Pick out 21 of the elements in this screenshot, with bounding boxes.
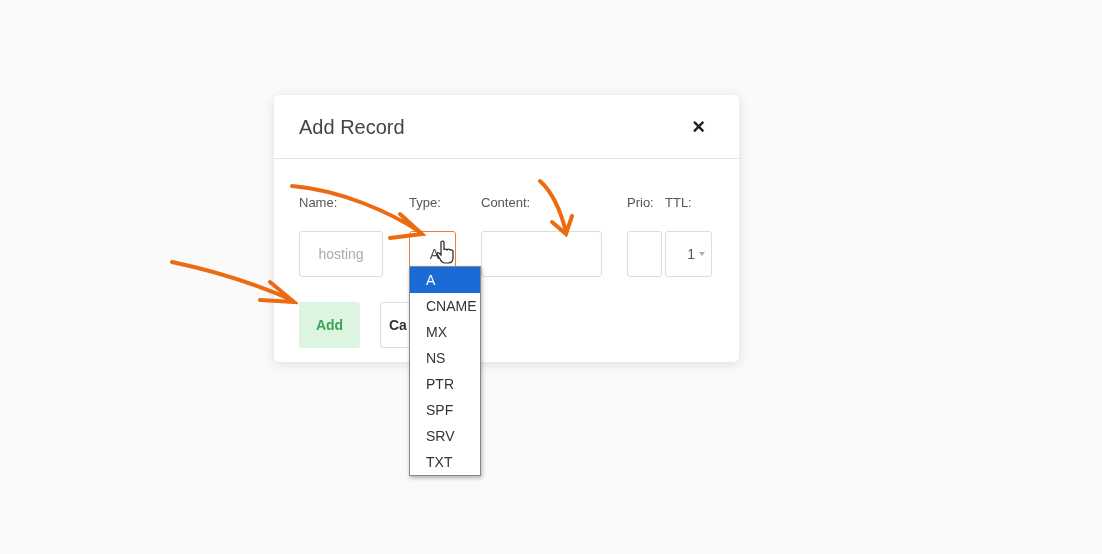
select-field[interactable]: 1 (665, 231, 712, 277)
caret-icon (699, 252, 705, 256)
dropdown-option[interactable]: SRV (410, 423, 480, 449)
dropdown-option[interactable]: SPF (410, 397, 480, 423)
field-label: Prio: (627, 194, 654, 212)
input-field[interactable] (481, 231, 602, 277)
annotation-arrow (536, 178, 576, 238)
close-button[interactable]: × (692, 115, 705, 138)
input-field[interactable] (627, 231, 662, 277)
field-label: Name: (299, 194, 338, 212)
dropdown-option[interactable]: PTR (410, 371, 480, 397)
dropdown-option[interactable]: A (410, 267, 480, 293)
input-field[interactable]: hosting (299, 231, 383, 277)
field-label: Type: (409, 194, 441, 212)
field-label: TTL: (665, 194, 692, 212)
dialog-title: Add Record (299, 114, 405, 140)
dropdown-option[interactable]: MX (410, 319, 480, 345)
dropdown-option[interactable]: CNAME (410, 293, 480, 319)
dropdown-option[interactable]: TXT (410, 449, 480, 475)
dropdown-option[interactable]: NS (410, 345, 480, 371)
field-label: Content: (481, 194, 531, 212)
